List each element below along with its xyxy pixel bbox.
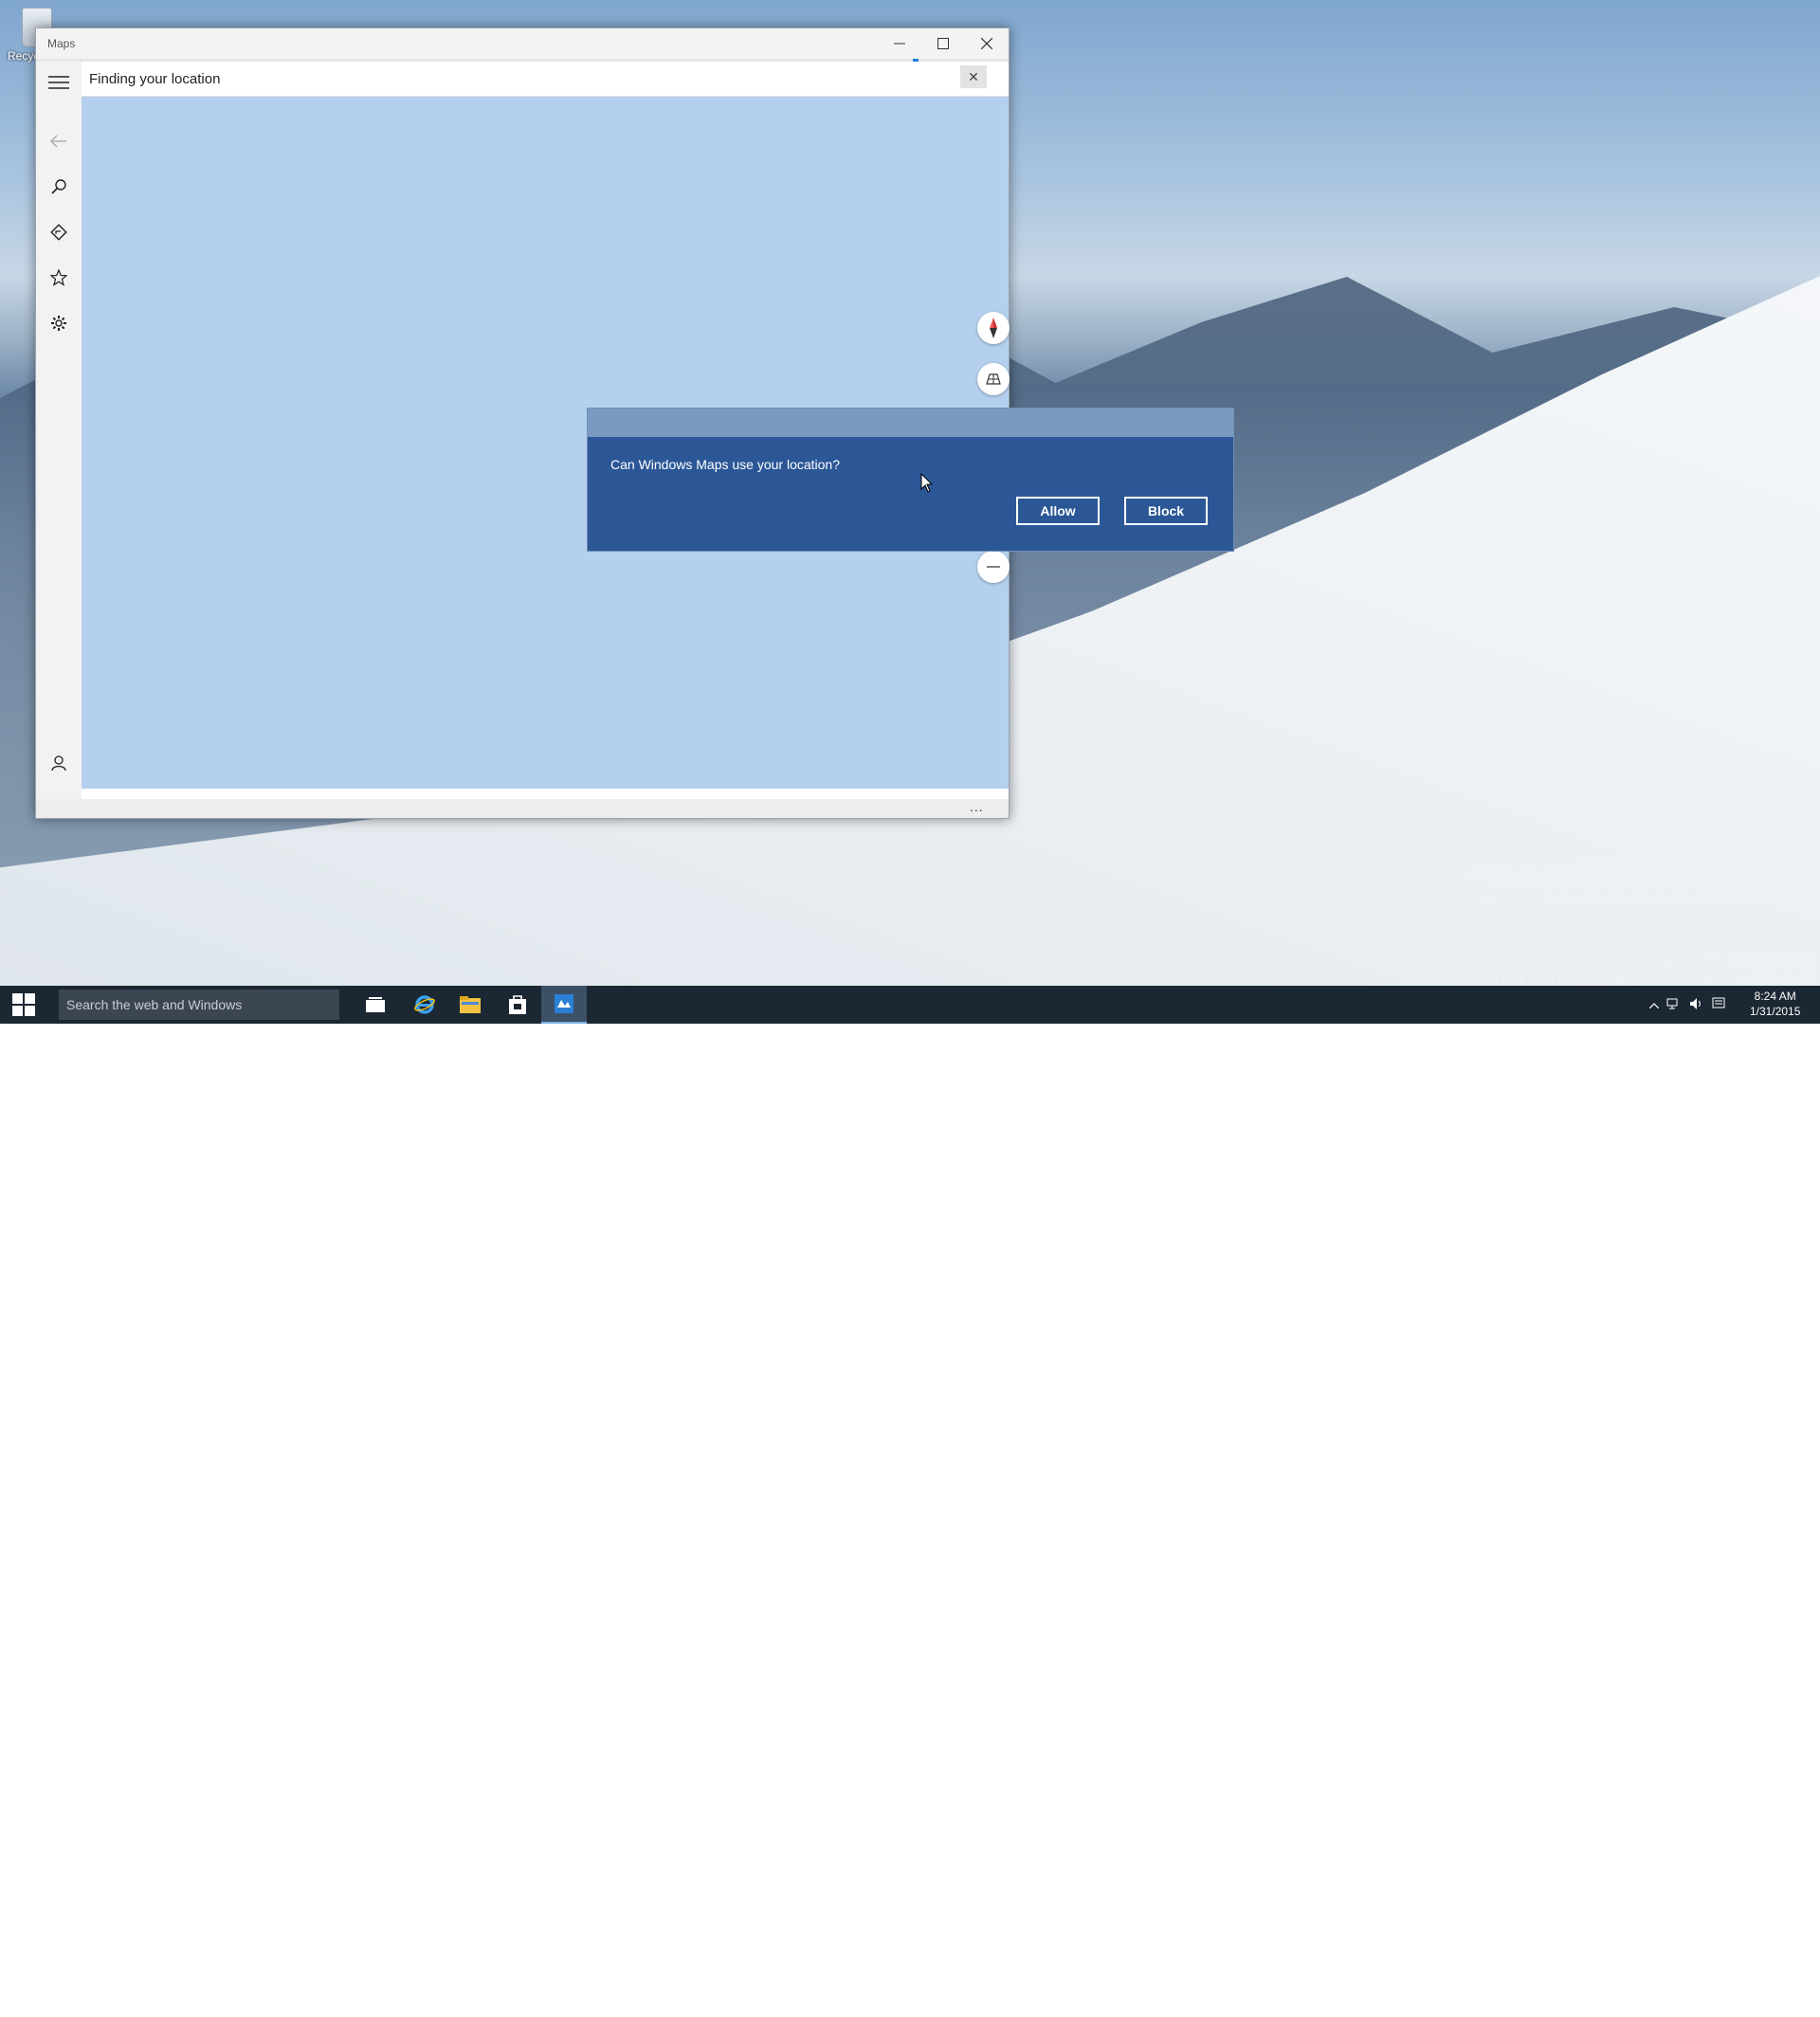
allow-button[interactable]: Allow [1016, 497, 1100, 525]
file-explorer-button[interactable] [447, 986, 493, 1024]
taskbar: Search the web and Windows The Collectio… [0, 986, 1820, 2017]
task-view-icon [366, 997, 385, 1012]
more-options-button[interactable]: ... [970, 799, 984, 814]
account-icon [51, 755, 66, 772]
minimize-button[interactable] [878, 28, 921, 59]
bottom-app-bar: ... [36, 799, 1009, 818]
start-button[interactable] [0, 986, 47, 1024]
build-line: Evaluation copy. Build 10009.winmain_prs… [1447, 973, 1814, 985]
store-icon [509, 995, 526, 1014]
watermark-body: Unauthorized use or disclosure in any ma… [1448, 867, 1814, 918]
close-icon [981, 38, 992, 49]
back-button[interactable] [36, 120, 82, 162]
header-close-icon: ✕ [968, 68, 979, 84]
close-button[interactable] [965, 28, 1009, 59]
confidential-watermark: Microsoft Confidential Unauthorized use … [1448, 853, 1814, 919]
action-center-button[interactable] [1712, 997, 1725, 1013]
block-button[interactable]: Block [1124, 497, 1208, 525]
sidebar [36, 62, 82, 799]
task-view-button[interactable] [353, 986, 398, 1024]
internet-explorer-icon [414, 995, 435, 1014]
header-close-button[interactable]: ✕ [960, 65, 987, 88]
collection-book-logo: The Collection Book [1574, 1960, 1733, 2017]
favorites-button[interactable] [36, 257, 82, 299]
clock-date: 1/31/2015 [1750, 1005, 1801, 1018]
taskbar-clock[interactable]: 8:24 AM 1/31/2015 [1750, 989, 1800, 1019]
search-button[interactable] [36, 166, 82, 208]
maps-icon [555, 994, 573, 1013]
window-title: Maps [47, 37, 76, 50]
build-edition: Windows 10 Pro Technical Preview [1645, 956, 1814, 968]
taskbar-search-box[interactable]: Search the web and Windows [59, 990, 339, 1020]
hamburger-menu-button[interactable] [36, 62, 82, 103]
collection-logo-text: The Collection Book [1622, 1960, 1705, 2017]
compass-button[interactable] [977, 312, 1010, 344]
system-tray [1648, 986, 1725, 1024]
dialog-title-band [588, 409, 1233, 437]
directions-icon [50, 224, 67, 241]
book-logo-icon [1574, 1970, 1620, 2008]
clock-time: 8:24 AM [1754, 990, 1796, 1003]
network-icon [1666, 998, 1678, 1008]
windows-logo-icon [12, 993, 35, 1016]
internet-explorer-button[interactable] [402, 986, 447, 1024]
watermark-title: Microsoft Confidential [1575, 854, 1687, 865]
tilt-button[interactable] [977, 363, 1010, 395]
maximize-button[interactable] [921, 28, 965, 59]
header-title: Finding your location [89, 71, 221, 87]
notifications-icon [1712, 997, 1725, 1008]
maps-taskbar-button[interactable] [541, 986, 587, 1024]
title-bar[interactable]: Maps [36, 28, 1009, 59]
volume-button[interactable] [1689, 997, 1704, 1013]
build-info: Windows 10 Pro Technical Preview Evaluat… [1447, 954, 1814, 986]
tray-overflow-button[interactable] [1648, 998, 1660, 1011]
file-explorer-icon [460, 996, 481, 1013]
search-header: Finding your location ✕ [82, 62, 1009, 97]
dialog-question: Can Windows Maps use your location? [610, 457, 841, 472]
store-button[interactable] [495, 986, 540, 1024]
favorites-icon [50, 269, 67, 286]
settings-icon [51, 316, 66, 331]
zoom-out-button[interactable] [977, 551, 1010, 583]
directions-button[interactable] [36, 211, 82, 253]
location-permission-dialog: Can Windows Maps use your location? Allo… [587, 408, 1234, 552]
maximize-icon [937, 38, 949, 49]
zoom-out-icon [987, 566, 1000, 568]
back-icon [50, 135, 66, 148]
network-button[interactable] [1666, 997, 1682, 1013]
search-icon [51, 179, 66, 194]
settings-button[interactable] [36, 302, 82, 344]
hamburger-icon [48, 76, 69, 89]
account-button[interactable] [36, 742, 82, 784]
taskbar-search-placeholder: Search the web and Windows [66, 997, 243, 1012]
cursor-arrow-icon [920, 472, 934, 493]
volume-icon [1690, 997, 1701, 1009]
compass-icon [990, 318, 997, 338]
minimize-icon [894, 43, 905, 45]
tilt-icon [986, 373, 1001, 385]
chevron-up-icon [1648, 1003, 1660, 1009]
